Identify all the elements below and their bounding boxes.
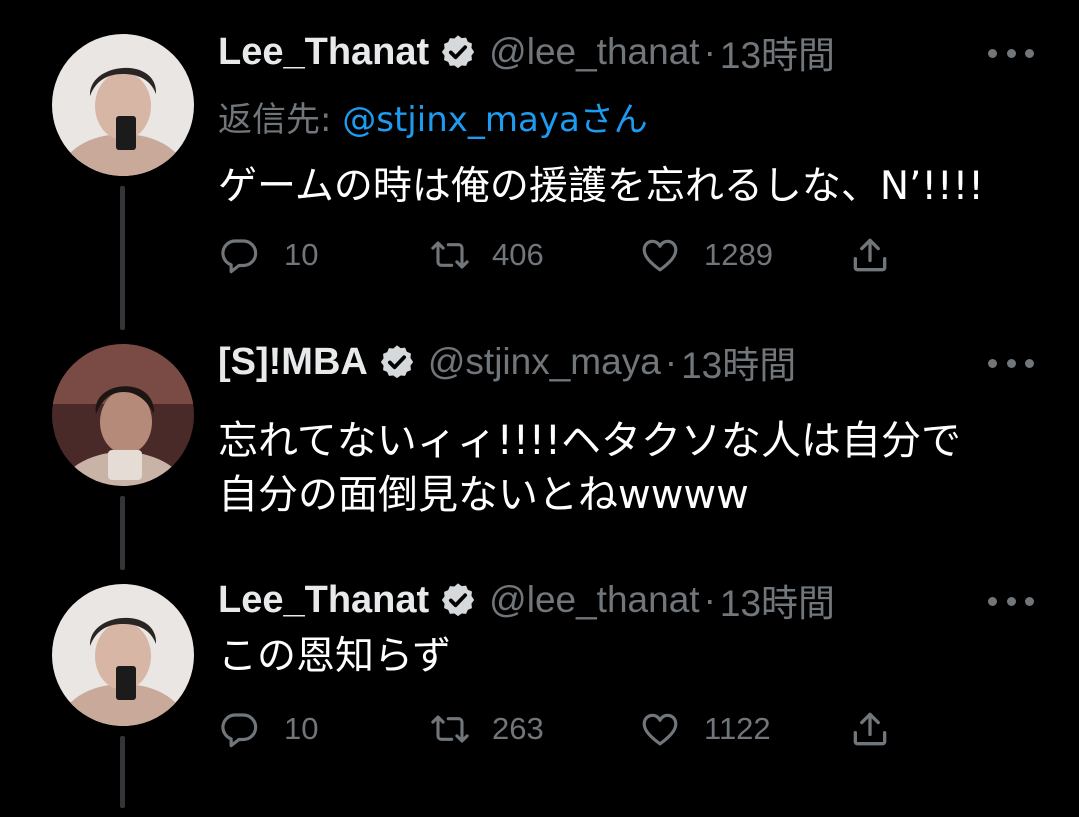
reply-button[interactable]: 10 — [218, 230, 318, 280]
reply-count: 10 — [284, 237, 319, 272]
share-button[interactable] — [848, 704, 892, 754]
handle[interactable]: @lee_thanat — [489, 31, 699, 73]
tweet-header: Lee_Thanat @lee_thanat · 13時間 — [218, 22, 835, 82]
handle[interactable]: @lee_thanat — [489, 579, 699, 621]
reply-to-mention[interactable]: @stjinx_mayaさん — [342, 100, 648, 140]
reply-icon — [221, 713, 258, 748]
thread-line — [120, 186, 125, 330]
retweet-icon — [431, 241, 469, 269]
like-count: 1289 — [704, 237, 773, 272]
verified-badge-icon — [442, 583, 475, 617]
tweet-1[interactable]: Lee_Thanat @lee_thanat · 13時間 返信先: @stji… — [0, 0, 1079, 330]
separator: · — [703, 579, 716, 620]
tweet-3[interactable]: Lee_Thanat @lee_thanat · 13時間 この恩知らず 10 … — [0, 570, 1079, 817]
reply-button[interactable]: 10 — [218, 704, 318, 754]
like-button[interactable]: 1122 — [638, 704, 771, 754]
timestamp[interactable]: 13時間 — [720, 25, 835, 79]
share-icon — [853, 238, 887, 272]
tweet-header: Lee_Thanat @lee_thanat · 13時間 — [218, 570, 835, 630]
action-bar: 10 263 1122 — [218, 704, 898, 754]
like-button[interactable]: 1289 — [638, 230, 773, 280]
tweet-text-line: 忘れてないィィ!!!!ヘタクソな人は自分で — [218, 418, 961, 464]
verified-badge-icon — [380, 345, 414, 379]
tweet-text: ゲームの時は俺の援護を忘れるしな、N’!!!! — [218, 162, 984, 212]
tweet-text: この恩知らず — [218, 632, 451, 682]
retweet-button[interactable]: 263 — [426, 704, 544, 754]
thread-line — [120, 496, 125, 570]
reply-icon — [221, 239, 258, 274]
separator: · — [703, 31, 716, 72]
retweet-button[interactable]: 406 — [426, 230, 544, 280]
like-count: 1122 — [704, 711, 771, 746]
verified-badge-icon — [442, 35, 475, 69]
like-icon — [642, 713, 678, 746]
avatar[interactable] — [52, 584, 194, 726]
tweet-text: 忘れてないィィ!!!!ヘタクソな人は自分で 自分の面倒見ないとねwwww — [218, 414, 961, 522]
display-name[interactable]: [S]!MBA — [218, 341, 368, 384]
thread-line — [120, 736, 125, 808]
display-name[interactable]: Lee_Thanat — [218, 31, 429, 74]
separator: · — [664, 341, 678, 382]
more-icon[interactable] — [988, 43, 1034, 63]
handle[interactable]: @stjinx_maya — [428, 341, 661, 383]
tweet-text-line: ゲームの時は俺の援護を忘れるしな、N’!!!! — [218, 164, 984, 209]
retweet-count: 263 — [492, 711, 544, 746]
timestamp[interactable]: 13時間 — [681, 335, 796, 389]
avatar[interactable] — [52, 34, 194, 176]
tweet-2[interactable]: [S]!MBA @stjinx_maya · 13時間 忘れてないィィ!!!!ヘ… — [0, 330, 1079, 570]
tweet-text-line: この恩知らず — [218, 634, 452, 679]
avatar[interactable] — [52, 344, 194, 486]
more-icon[interactable] — [988, 353, 1034, 373]
share-button[interactable] — [848, 230, 892, 280]
tweet-header: [S]!MBA @stjinx_maya · 13時間 — [218, 332, 796, 392]
reply-to: 返信先: @stjinx_mayaさん — [218, 92, 648, 141]
retweet-count: 406 — [492, 237, 544, 272]
retweet-icon — [431, 715, 469, 743]
action-bar: 10 406 1289 — [218, 230, 898, 280]
reply-to-prefix: 返信先: — [218, 100, 343, 140]
timestamp[interactable]: 13時間 — [720, 573, 835, 627]
reply-count: 10 — [284, 711, 319, 746]
share-icon — [853, 712, 887, 746]
tweet-text-line: 自分の面倒見ないとねwwww — [218, 472, 749, 518]
display-name[interactable]: Lee_Thanat — [218, 579, 429, 622]
like-icon — [642, 239, 678, 272]
more-icon[interactable] — [988, 591, 1034, 611]
